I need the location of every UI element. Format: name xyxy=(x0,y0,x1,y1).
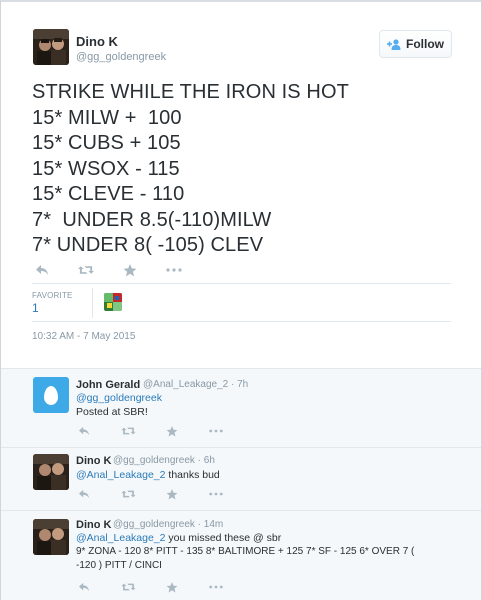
more-icon[interactable] xyxy=(208,424,224,438)
star-icon[interactable] xyxy=(164,424,180,438)
tweet-window: Dino K @gg_goldengreek Follow STRIKE WHI… xyxy=(0,0,482,600)
divider xyxy=(32,321,451,322)
reply-text: Posted at SBR! xyxy=(76,406,148,418)
reply-meta: @gg_goldengreek · 6h xyxy=(113,455,215,466)
add-user-icon xyxy=(387,38,401,50)
star-icon[interactable] xyxy=(122,263,138,277)
more-icon[interactable] xyxy=(208,580,224,594)
reply-text: -120 ) PITT / CINCI xyxy=(76,560,162,571)
reply-text: @gg_goldengreek xyxy=(76,391,162,405)
tweet-line: 15* WSOX - 115 xyxy=(32,157,180,180)
reply-icon[interactable] xyxy=(76,424,92,438)
avatar[interactable] xyxy=(33,377,69,413)
more-icon[interactable] xyxy=(208,487,224,501)
star-icon[interactable] xyxy=(164,580,180,594)
retweet-icon[interactable] xyxy=(78,263,94,277)
reply-icon[interactable] xyxy=(34,263,50,277)
reply-list: John Gerald @Anal_Leakage_2 · 7h @gg_gol… xyxy=(1,368,481,600)
follow-button[interactable]: Follow xyxy=(379,30,452,58)
retweet-icon[interactable] xyxy=(120,424,136,438)
reply-item[interactable]: John Gerald @Anal_Leakage_2 · 7h @gg_gol… xyxy=(1,368,481,447)
tweet-line: 15* CUBS + 105 xyxy=(32,132,181,154)
mention-link[interactable]: @Anal_Leakage_2 xyxy=(76,532,165,544)
reply-author-handle[interactable]: @gg_goldengreek xyxy=(113,455,195,466)
mention-link[interactable]: @Anal_Leakage_2 xyxy=(76,469,165,481)
reply-text: @Anal_Leakage_2 you missed these @ sbr xyxy=(76,531,281,545)
reply-author-handle[interactable]: @Anal_Leakage_2 xyxy=(143,379,228,390)
avatar[interactable] xyxy=(33,519,69,555)
reply-body: thanks bud xyxy=(165,469,220,481)
tweet-actions xyxy=(34,263,210,277)
tweet-line: 7* UNDER 8.5(-110)MILW xyxy=(32,208,272,231)
reply-item[interactable]: Dino K @gg_goldengreek · 6h @Anal_Leakag… xyxy=(1,447,481,510)
more-icon[interactable] xyxy=(166,263,182,277)
reply-text: 9* ZONA - 120 8* PITT - 135 8* BALTIMORE… xyxy=(76,546,415,557)
reply-meta: @gg_goldengreek · 14m xyxy=(113,519,223,530)
tweet-timestamp[interactable]: 10:32 AM - 7 May 2015 xyxy=(32,331,135,342)
star-icon[interactable] xyxy=(164,487,180,501)
reply-item[interactable]: Dino K @gg_goldengreek · 14m @Anal_Leaka… xyxy=(1,510,481,600)
reply-author-name[interactable]: John Gerald xyxy=(76,379,140,391)
author-name[interactable]: Dino K xyxy=(76,34,118,49)
divider xyxy=(32,283,451,284)
reply-actions xyxy=(76,487,252,501)
reply-author-handle[interactable]: @gg_goldengreek xyxy=(113,519,195,530)
follow-label: Follow xyxy=(406,37,444,51)
reply-author-name[interactable]: Dino K xyxy=(76,455,111,467)
reply-author-name[interactable]: Dino K xyxy=(76,519,111,531)
reply-age[interactable]: · 6h xyxy=(198,455,215,466)
favorite-label: FAVORITE xyxy=(32,291,73,300)
reply-body: you missed these @ sbr xyxy=(165,532,282,544)
reply-age[interactable]: · 14m xyxy=(198,519,224,530)
retweet-icon[interactable] xyxy=(120,580,136,594)
tweet-line: STRIKE WHILE THE IRON IS HOT xyxy=(32,81,349,103)
divider xyxy=(92,288,93,318)
mention-link[interactable]: @gg_goldengreek xyxy=(76,392,162,404)
reply-text: @Anal_Leakage_2 thanks bud xyxy=(76,468,220,482)
reply-actions xyxy=(76,580,252,594)
avatar[interactable] xyxy=(33,29,69,65)
reply-age[interactable]: · 7h xyxy=(231,379,248,390)
author-handle[interactable]: @gg_goldengreek xyxy=(76,51,166,63)
favorite-count[interactable]: 1 xyxy=(32,301,39,315)
reply-icon[interactable] xyxy=(76,487,92,501)
main-tweet: Dino K @gg_goldengreek Follow STRIKE WHI… xyxy=(1,2,481,368)
favoriter-avatar[interactable] xyxy=(104,293,122,311)
tweet-line: 15* MILW + 100 xyxy=(32,106,182,129)
reply-icon[interactable] xyxy=(76,580,92,594)
avatar[interactable] xyxy=(33,454,69,490)
tweet-line: 15* CLEVE - 110 xyxy=(32,183,185,205)
tweet-line: 7* UNDER 8( -105) CLEV xyxy=(32,234,264,256)
retweet-icon[interactable] xyxy=(120,487,136,501)
reply-actions xyxy=(76,424,252,438)
tweet-text: STRIKE WHILE THE IRON IS HOT 15* MILW + … xyxy=(32,80,349,259)
reply-meta: @Anal_Leakage_2 · 7h xyxy=(143,379,248,390)
